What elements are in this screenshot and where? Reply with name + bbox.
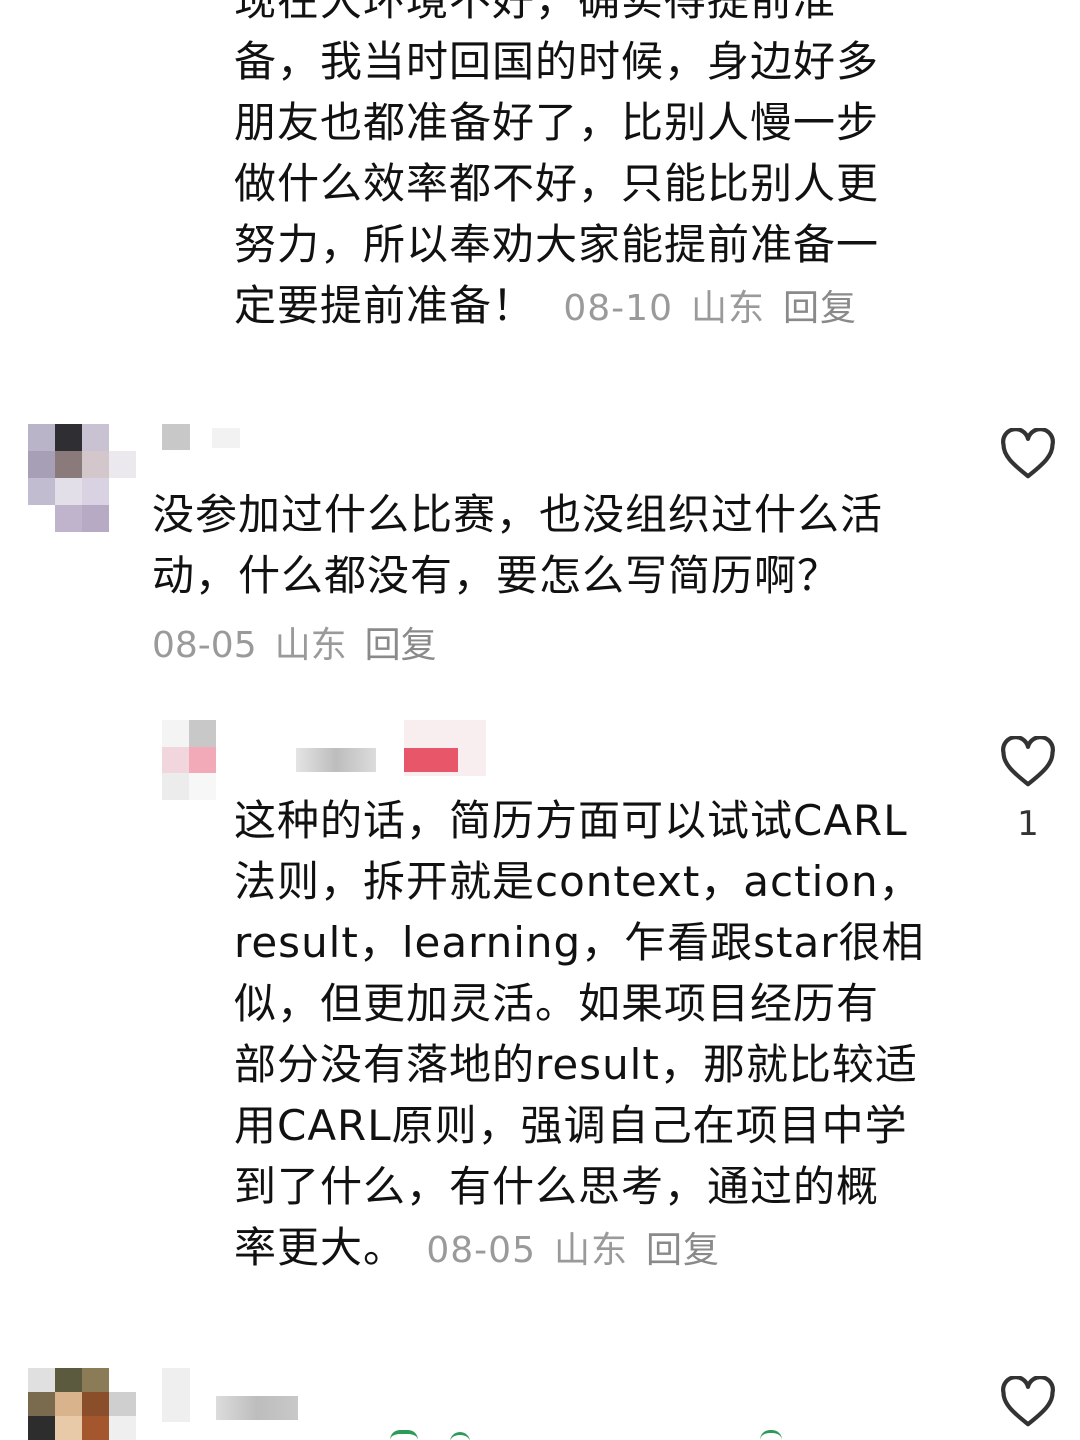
comment-0-line-5: 定要提前准备！ xyxy=(234,281,536,330)
like-button[interactable] xyxy=(1000,428,1056,480)
reply-button[interactable]: 回复 xyxy=(646,1230,720,1271)
username-blurred[interactable] xyxy=(162,424,242,452)
comment-0-last-line: 定要提前准备！ 08-10 山东 回复 xyxy=(234,275,934,339)
comment-1-meta: 08-05 山东 回复 xyxy=(152,616,952,668)
comment-1-line-0: 没参加过什么比赛，也没组织过什么活 xyxy=(152,490,884,539)
heart-outline-icon xyxy=(1001,736,1055,787)
reply-line-1: 法则，拆开就是context，action， xyxy=(234,857,922,906)
like-button[interactable] xyxy=(1000,1376,1056,1428)
comment-0-line-0: 现在大环境不好，确实得提前准 xyxy=(234,0,837,25)
reply-line-2: result，learning，乍看跟star很相 xyxy=(234,918,925,967)
comment-0-line-3: 做什么效率都不好，只能比别人更 xyxy=(234,159,880,208)
like-button[interactable] xyxy=(1000,736,1056,788)
comment-date: 08-05 xyxy=(426,1230,536,1271)
comment-1-line-1: 动，什么都没有，要怎么写简历啊？ xyxy=(152,551,841,600)
avatar[interactable] xyxy=(162,720,216,800)
username-blurred[interactable] xyxy=(296,720,486,776)
comment-date: 08-05 xyxy=(152,625,257,666)
username-blurred[interactable] xyxy=(162,1368,298,1424)
reply-last-line: 率更大。 08-05 山东 回复 xyxy=(234,1217,954,1281)
comment-0-line-2: 朋友也都准备好了，比别人慢一步 xyxy=(234,98,880,147)
reply-button[interactable]: 回复 xyxy=(365,625,437,666)
author-tag-badge xyxy=(404,748,458,772)
emoji-strip-partial xyxy=(300,1426,820,1440)
like-count: 1 xyxy=(1017,804,1039,844)
comment-0-line-4: 努力，所以奉劝大家能提前准备一 xyxy=(234,220,880,269)
reply-button[interactable]: 回复 xyxy=(783,288,857,329)
comment-date: 08-10 xyxy=(563,288,673,329)
heart-outline-icon xyxy=(1001,428,1055,479)
reply-meta: 08-05 山东 回复 xyxy=(426,1230,738,1271)
comment-0-meta: 08-10 山东 回复 xyxy=(563,288,875,329)
comment-2-reply: 这种的话，简历方面可以试试CARL 法则，拆开就是context，action，… xyxy=(234,790,954,1281)
comment-location: 山东 xyxy=(690,288,765,329)
comment-0: 现在大环境不好，确实得提前准 备，我当时回国的时候，身边好多 朋友也都准备好了，… xyxy=(234,0,934,339)
reply-line-7: 率更大。 xyxy=(234,1223,407,1272)
heart-outline-icon xyxy=(1001,1376,1055,1427)
comment-1: 没参加过什么比赛，也没组织过什么活 动，什么都没有，要怎么写简历啊？ 08-05… xyxy=(152,484,952,668)
reply-line-3: 似，但更加灵活。如果项目经历有 xyxy=(234,979,880,1028)
comment-location: 山东 xyxy=(274,625,347,666)
reply-line-4: 部分没有落地的result，那就比较适 xyxy=(234,1040,918,1089)
reply-line-5: 用CARL原则，强调自己在项目中学 xyxy=(234,1101,908,1150)
avatar[interactable] xyxy=(28,1368,136,1440)
reply-line-0: 这种的话，简历方面可以试试CARL xyxy=(234,796,908,845)
reply-line-6: 到了什么，有什么思考，通过的概 xyxy=(234,1162,880,1211)
comment-0-line-1: 备，我当时回国的时候，身边好多 xyxy=(234,37,880,86)
avatar[interactable] xyxy=(28,424,136,532)
comment-location: 山东 xyxy=(553,1230,628,1271)
